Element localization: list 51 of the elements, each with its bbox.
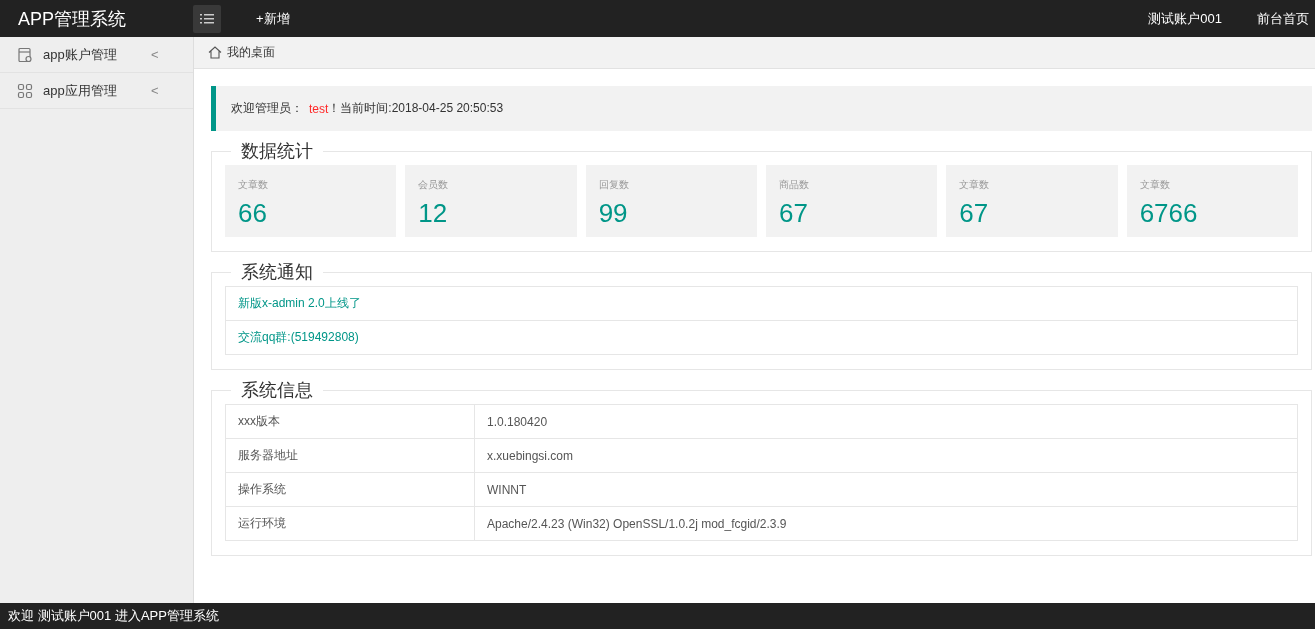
collapse-arrow: < — [151, 47, 159, 62]
app-title: APP管理系统 — [18, 7, 128, 31]
table-cell: 操作系统 — [225, 472, 475, 507]
breadcrumb-text: 我的桌面 — [227, 44, 275, 61]
current-time-text: ！当前时间:2018-04-25 20:50:53 — [328, 100, 504, 117]
table-cell: 1.0.180420 — [474, 404, 1298, 439]
footer-text: 欢迎 测试账户001 进入APP管理系统 — [8, 607, 219, 625]
stat-card[interactable]: 文章数 6766 — [1126, 165, 1298, 237]
sidebar-label: app账户管理 — [43, 45, 118, 64]
stat-value: 66 — [238, 198, 268, 229]
frontend-home-link[interactable]: 前台首页 — [1257, 9, 1309, 28]
section-title: 系统通知 — [240, 261, 314, 284]
stat-value: 67 — [959, 198, 990, 229]
table-cell: 运行环境 — [225, 506, 475, 541]
stat-label: 回复数 — [598, 178, 630, 192]
stat-value: 6766 — [1139, 198, 1199, 229]
table-cell: xxx版本 — [225, 404, 475, 439]
stat-label: 会员数 — [418, 178, 450, 192]
sidebar-label: app应用管理 — [43, 81, 118, 100]
add-link[interactable]: +新增 — [256, 9, 290, 28]
sidebar-item[interactable]: app应用管理 < — [0, 73, 193, 109]
home-icon — [208, 46, 222, 59]
stat-label: 文章数 — [238, 178, 269, 192]
section-title: 数据统计 — [240, 140, 314, 163]
stat-card[interactable]: 文章数 67 — [946, 165, 1118, 237]
admin-name: test — [309, 101, 329, 116]
stat-value: 12 — [418, 198, 449, 229]
stat-card[interactable]: 会员数 12 — [405, 165, 577, 237]
stat-card[interactable]: 商品数 67 — [766, 165, 938, 237]
document-icon — [17, 46, 33, 63]
table-cell: WINNT — [474, 472, 1298, 507]
stat-value: 67 — [779, 198, 809, 229]
table-cell: 服务器地址 — [225, 438, 475, 473]
stat-value: 99 — [598, 198, 629, 229]
grid-icon — [17, 82, 33, 99]
account-menu[interactable]: 测试账户001 — [1148, 9, 1222, 28]
section-title: 系统信息 — [240, 379, 314, 402]
stat-label: 商品数 — [779, 178, 810, 192]
stat-label: 文章数 — [959, 178, 991, 192]
stat-label: 文章数 — [1139, 178, 1171, 192]
notice-link[interactable]: 新版x-admin 2.0上线了 — [238, 296, 361, 310]
collapse-arrow: < — [151, 83, 159, 98]
table-cell: Apache/2.4.23 (Win32) OpenSSL/1.0.2j mod_fcgid/2.3.9 — [474, 506, 1298, 541]
stat-card[interactable]: 回复数 99 — [585, 165, 757, 237]
table-cell: x.xuebingsi.com — [474, 438, 1298, 473]
welcome-label: 欢迎管理员： — [231, 100, 303, 117]
list-icon — [200, 12, 214, 25]
menu-toggle-button[interactable] — [193, 4, 221, 33]
stat-card[interactable]: 文章数 66 — [225, 165, 397, 237]
sidebar-item[interactable]: app账户管理 < — [0, 37, 193, 73]
notice-link[interactable]: 交流qq群:(519492808) — [238, 330, 359, 344]
